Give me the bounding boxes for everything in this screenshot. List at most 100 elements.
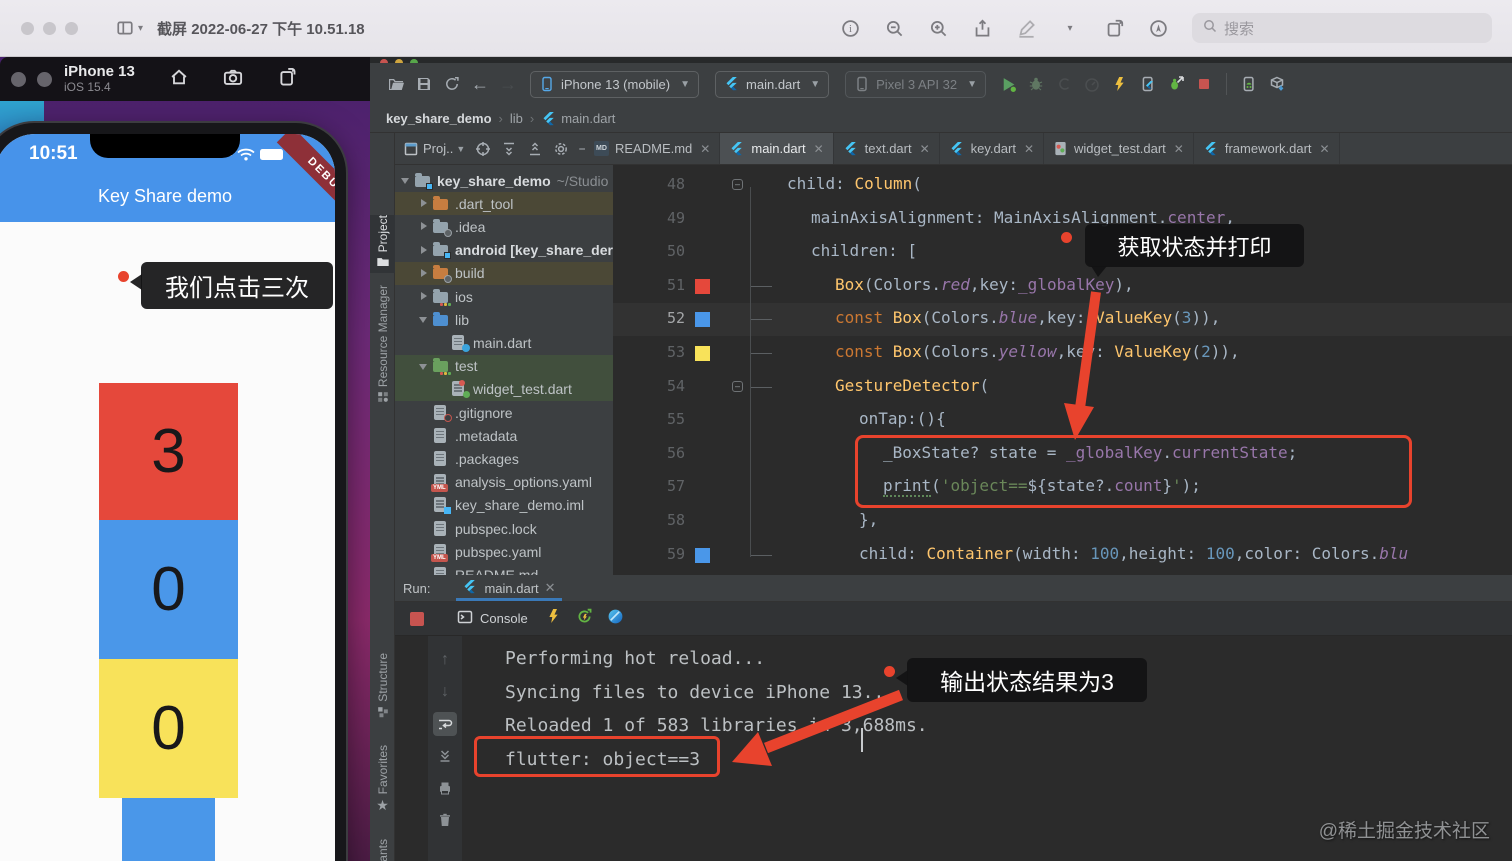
stripe-item-structure[interactable]: Structure — [370, 653, 395, 735]
tree-item--dart-tool[interactable]: .dart_tool — [395, 192, 613, 215]
pencil-icon[interactable] — [1009, 15, 1043, 41]
traffic-minimize-button[interactable] — [43, 22, 56, 35]
flutter-box-1[interactable]: 0 — [99, 520, 238, 659]
sidebar-toggle-button[interactable]: ▾ — [116, 19, 143, 37]
soft-wrap-icon[interactable] — [433, 712, 457, 736]
close-icon[interactable]: ✕ — [700, 142, 710, 156]
stripe-item-build-variants[interactable]: Build Variants — [370, 839, 395, 861]
debug-attach-icon[interactable] — [1162, 70, 1190, 98]
tree-item--metadata[interactable]: .metadata — [395, 424, 613, 447]
save-icon[interactable] — [410, 70, 438, 98]
fold-icon[interactable]: – — [732, 381, 743, 392]
console-hot-restart-icon[interactable] — [576, 608, 593, 630]
tree-item--idea[interactable]: .idea — [395, 215, 613, 238]
tab-key-dart[interactable]: key.dart✕ — [940, 133, 1044, 164]
home-icon[interactable] — [169, 67, 189, 92]
share-icon[interactable] — [965, 15, 999, 41]
tree-item-readme-md[interactable]: MDREADME.md — [395, 563, 613, 575]
run-tab-main-dart[interactable]: main.dart ✕ — [456, 575, 561, 601]
tree-item--packages[interactable]: .packages — [395, 447, 613, 470]
chevron-right-icon[interactable] — [419, 269, 428, 278]
color-preview-swatch[interactable] — [695, 346, 710, 361]
tree-item-android-key-share-der[interactable]: android [key_share_der — [395, 239, 613, 262]
chevron-down-icon[interactable] — [401, 176, 410, 185]
arrow-down-icon[interactable]: ↓ — [433, 680, 457, 704]
tab-main-dart[interactable]: main.dart✕ — [720, 133, 833, 164]
rotate-icon[interactable] — [1097, 15, 1131, 41]
stripe-item-project[interactable]: Project — [370, 215, 395, 273]
tree-item-ios[interactable]: ios — [395, 285, 613, 308]
stripe-item-resource-manager[interactable]: Resource Manager — [370, 285, 395, 425]
collapse-all-icon[interactable] — [527, 141, 543, 157]
device-flutter-icon[interactable] — [1134, 70, 1162, 98]
close-icon[interactable]: ✕ — [545, 580, 556, 596]
chevron-down-icon[interactable] — [419, 315, 428, 324]
combo-main-dart[interactable]: main.dart▼ — [715, 71, 829, 98]
tree-item-key-share-demo[interactable]: key_share_demo~/Studio — [395, 169, 613, 192]
combo-pixel-3-api-32[interactable]: Pixel 3 API 32▼ — [845, 71, 986, 98]
tree-item-pubspec-yaml[interactable]: YMLpubspec.yaml — [395, 540, 613, 563]
close-icon[interactable]: ✕ — [1024, 142, 1034, 156]
profiler-icon[interactable] — [1078, 70, 1106, 98]
traffic-close-button[interactable] — [21, 22, 34, 35]
flutter-box-3[interactable] — [122, 798, 215, 861]
simulator-close-button[interactable] — [11, 72, 26, 87]
console-dart-icon[interactable] — [607, 608, 624, 630]
bolt-icon[interactable] — [1106, 70, 1134, 98]
expand-sel-icon[interactable] — [501, 141, 517, 157]
bug-icon[interactable] — [1022, 70, 1050, 98]
simulator-minimize-button[interactable] — [37, 72, 52, 87]
target-icon[interactable] — [475, 141, 491, 157]
stop-button[interactable] — [405, 607, 429, 631]
scroll-end-icon[interactable] — [433, 744, 457, 768]
close-icon[interactable]: ✕ — [814, 142, 824, 156]
tree-item--gitignore[interactable]: .gitignore — [395, 401, 613, 424]
chevron-right-icon[interactable] — [419, 292, 428, 301]
close-icon[interactable]: ✕ — [920, 142, 930, 156]
chevron-small-icon[interactable]: ▾ — [1053, 15, 1087, 41]
chevron-right-icon[interactable] — [419, 199, 428, 208]
project-view-selector[interactable]: Proj.. — [423, 141, 453, 156]
tree-item-build[interactable]: build — [395, 262, 613, 285]
tree-item-key-share-demo-iml[interactable]: key_share_demo.iml — [395, 494, 613, 517]
tree-item-lib[interactable]: lib — [395, 308, 613, 331]
flutter-box-0[interactable]: 3 — [99, 383, 238, 520]
attach-icon[interactable] — [1050, 70, 1078, 98]
rotate-device-icon[interactable] — [277, 67, 297, 92]
combo-iphone-13-mobile-[interactable]: iPhone 13 (mobile)▼ — [530, 71, 699, 98]
close-icon[interactable]: ✕ — [1320, 142, 1330, 156]
tree-item-main-dart[interactable]: main.dart — [395, 331, 613, 354]
search-input[interactable]: 搜索 — [1192, 13, 1492, 43]
camera-icon[interactable] — [223, 67, 243, 92]
compass-icon[interactable] — [1141, 15, 1175, 41]
tab-widget_test-dart[interactable]: widget_test.dart✕ — [1044, 133, 1194, 164]
device-manager-icon[interactable] — [1235, 70, 1263, 98]
tree-item-pubspec-lock[interactable]: pubspec.lock — [395, 517, 613, 540]
forward-icon[interactable]: → — [494, 70, 522, 98]
chevron-right-icon[interactable] — [419, 246, 428, 255]
breadcrumb-item-key_share_demo[interactable]: key_share_demo — [386, 111, 492, 126]
stripe-item-favorites[interactable]: Favorites★ — [370, 745, 395, 811]
breadcrumb-item-lib[interactable]: lib — [510, 111, 523, 126]
stop-icon[interactable] — [1190, 70, 1218, 98]
back-icon[interactable]: ← — [466, 70, 494, 98]
console-bolt-icon[interactable] — [546, 608, 562, 629]
gear-icon[interactable] — [553, 141, 569, 157]
zoom-out-icon[interactable] — [877, 15, 911, 41]
tab-text-dart[interactable]: text.dart✕ — [834, 133, 940, 164]
sync-icon[interactable] — [438, 70, 466, 98]
code-editor[interactable]: 48–child: Column(49mainAxisAlignment: Ma… — [613, 165, 1512, 575]
breadcrumb-item-main.dart[interactable]: main.dart — [541, 111, 615, 127]
flutter-box-2[interactable]: 0 — [99, 659, 238, 798]
color-preview-swatch[interactable] — [695, 548, 710, 563]
printer-icon[interactable] — [433, 776, 457, 800]
trash-icon[interactable] — [433, 808, 457, 832]
tab-framework-dart[interactable]: framework.dart✕ — [1194, 133, 1340, 164]
chevron-right-icon[interactable] — [419, 222, 428, 231]
close-icon[interactable]: ✕ — [1174, 142, 1184, 156]
arrow-up-icon[interactable]: ↑ — [433, 648, 457, 672]
traffic-zoom-button[interactable] — [65, 22, 78, 35]
tree-item-analysis-options-yaml[interactable]: YMLanalysis_options.yaml — [395, 471, 613, 494]
info-icon[interactable]: i — [833, 15, 867, 41]
color-preview-swatch[interactable] — [695, 279, 710, 294]
